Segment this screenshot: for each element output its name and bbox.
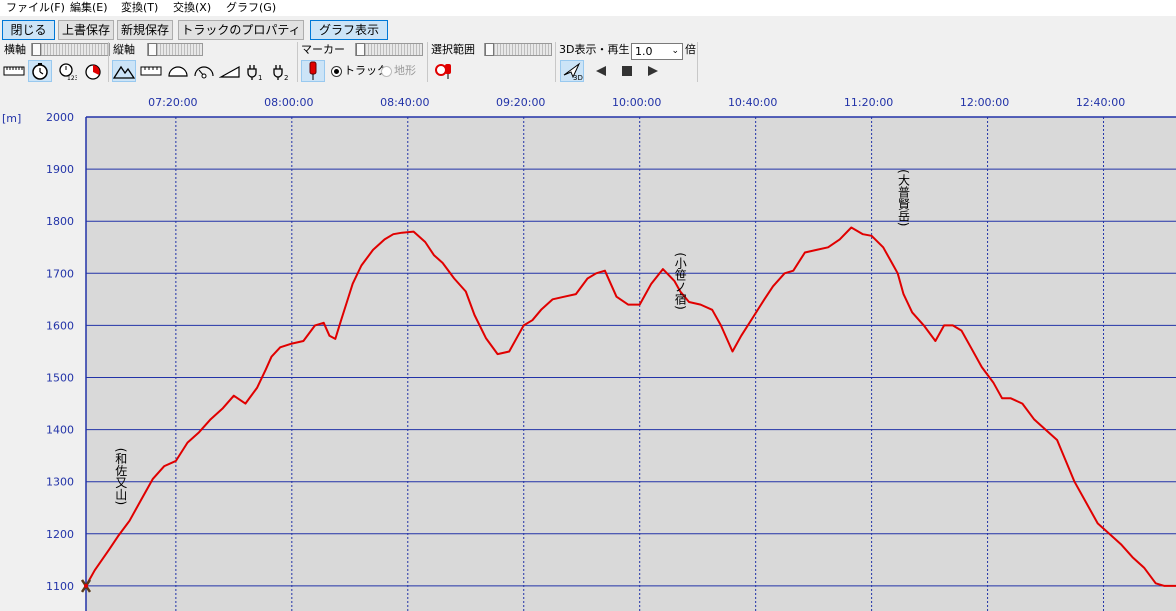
red-clock-icon[interactable] — [81, 60, 105, 82]
ruler-v-icon[interactable] — [139, 60, 163, 82]
svg-text:2: 2 — [284, 74, 288, 81]
x-tick-label: 10:40:00 — [728, 96, 777, 109]
selection-slider[interactable] — [484, 43, 552, 56]
y-tick-label: 1500 — [46, 372, 74, 385]
svg-text:123: 123 — [67, 75, 77, 81]
speed-needle-icon[interactable] — [192, 60, 216, 82]
radio-track[interactable]: トラック — [331, 64, 388, 78]
menu-exchange[interactable]: 交換(X) — [173, 1, 211, 15]
clock-icon[interactable] — [28, 60, 52, 82]
menu-edit[interactable]: 編集(E) — [70, 1, 108, 15]
graph-toolbar: 横軸 123 縦軸 1 2 マーカー トラック 地形 選択範囲 3D表示・再生 … — [0, 42, 1176, 84]
elevation-graph-panel: 2000 1900 1800 1700 1600 1500 1400 1300 1200 1100… — [0, 86, 1176, 611]
vertical-axis-label: 縦軸 — [113, 43, 135, 56]
y-tick-label: 1400 — [46, 424, 74, 437]
overwrite-save-button[interactable]: 上書保存 — [58, 20, 114, 40]
waypoint-annotation: (小笹ノ宿) — [673, 252, 687, 309]
graph-display-button[interactable]: グラフ表示 — [310, 20, 388, 40]
elevation-chart[interactable]: 2000 1900 1800 1700 1600 1500 1400 1300 1200 1100… — [0, 86, 1176, 611]
speed-icon[interactable] — [166, 60, 190, 82]
y-tick-label: 1800 — [46, 215, 74, 228]
play-icon[interactable] — [641, 60, 665, 82]
plot-background — [86, 117, 1176, 611]
y-tick-label: 1900 — [46, 163, 74, 176]
x-tick-label: 09:20:00 — [496, 96, 545, 109]
y-tick-label: 2000 — [46, 111, 74, 124]
y-axis-unit: [m] — [2, 112, 21, 125]
x-tick-label: 07:20:00 — [148, 96, 197, 109]
menu-bar: ファイル(F) 編集(E) 変換(T) 交換(X) グラフ(G) — [0, 0, 1176, 16]
waypoint-annotation: (大普賢岳) — [897, 169, 911, 226]
horizontal-axis-label: 横軸 — [4, 43, 26, 56]
y-tick-label: 1300 — [46, 476, 74, 489]
x-tick-label: 12:00:00 — [960, 96, 1009, 109]
speed-select[interactable]: 1.0 ⌄ — [631, 43, 683, 60]
count-clock-icon[interactable]: 123 — [55, 60, 79, 82]
menu-convert[interactable]: 変換(T) — [121, 1, 158, 15]
new-save-button[interactable]: 新規保存 — [117, 20, 173, 40]
x-tick-label: 12:40:00 — [1076, 96, 1125, 109]
pin-icon[interactable] — [301, 60, 325, 82]
radio-terrain: 地形 — [381, 64, 416, 78]
x-tick-label: 08:40:00 — [380, 96, 429, 109]
y-tick-label: 1100 — [46, 580, 74, 593]
start-point — [84, 583, 88, 588]
power-1-icon[interactable]: 1 — [244, 60, 268, 82]
3d-flight-icon[interactable]: 3D — [560, 60, 584, 82]
track-properties-button[interactable]: トラックのプロパティ — [178, 20, 304, 40]
x-tick-label: 11:20:00 — [844, 96, 893, 109]
marker-label: マーカー — [301, 43, 345, 56]
radio-track-dot[interactable] — [331, 65, 342, 77]
chevron-down-icon: ⌄ — [671, 46, 679, 56]
radio-terrain-label: 地形 — [394, 64, 416, 77]
marker-slider[interactable] — [355, 43, 423, 56]
power-2-icon[interactable]: 2 — [270, 60, 294, 82]
horizontal-zoom-slider[interactable] — [31, 43, 110, 56]
speed-value: 1.0 — [635, 45, 653, 58]
selection-range-label: 選択範囲 — [431, 43, 475, 56]
speed-unit: 倍 — [685, 43, 696, 56]
x-tick-label: 10:00:00 — [612, 96, 661, 109]
x-tick-label: 08:00:00 — [264, 96, 313, 109]
playback-label: 3D表示・再生 — [559, 43, 630, 56]
slope-icon[interactable] — [218, 60, 242, 82]
play-back-icon[interactable] — [589, 60, 613, 82]
select-marker-icon[interactable] — [432, 60, 456, 82]
vertical-zoom-slider[interactable] — [147, 43, 203, 56]
svg-text:3D: 3D — [573, 74, 583, 81]
stop-icon[interactable] — [615, 60, 639, 82]
y-tick-label: 1700 — [46, 267, 74, 280]
ruler-icon[interactable] — [2, 60, 26, 82]
menu-file[interactable]: ファイル(F) — [6, 1, 65, 15]
mountain-icon[interactable] — [112, 60, 136, 82]
radio-terrain-dot — [381, 65, 392, 77]
action-button-row: 閉じる 上書保存 新規保存 トラックのプロパティ グラフ表示 — [0, 18, 1176, 42]
menu-graph[interactable]: グラフ(G) — [226, 1, 276, 15]
waypoint-annotation: (和佐又山) — [114, 448, 128, 505]
svg-text:1: 1 — [258, 74, 262, 81]
close-button[interactable]: 閉じる — [2, 20, 55, 40]
y-tick-label: 1200 — [46, 528, 74, 541]
y-tick-label: 1600 — [46, 319, 74, 332]
